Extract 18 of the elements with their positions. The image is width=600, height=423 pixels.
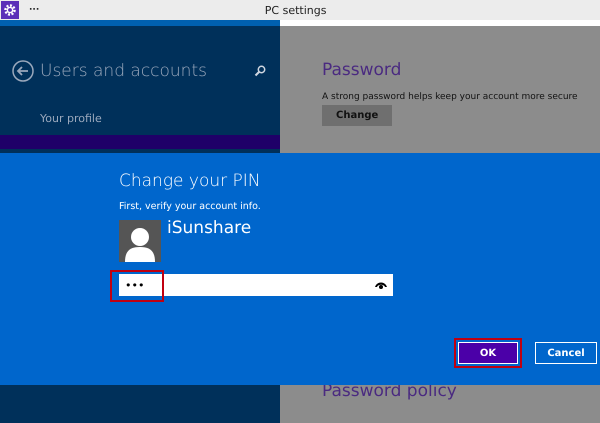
dialog-title: Change your PIN (119, 171, 261, 191)
cancel-button[interactable]: Cancel (535, 342, 597, 364)
menu-glyph[interactable]: ··· (29, 5, 40, 15)
search-icon[interactable] (254, 65, 266, 77)
section-title: Password policy (322, 381, 457, 401)
section-title: Password (322, 60, 402, 80)
dialog-subtitle: First, verify your account info. (119, 201, 261, 212)
page-heading: Users and accounts (40, 61, 208, 81)
eye-icon[interactable] (375, 281, 387, 289)
back-icon[interactable] (12, 60, 34, 82)
nav-item[interactable]: Your profile (0, 112, 280, 125)
settings-icon[interactable] (1, 1, 19, 19)
window-title: PC settings (264, 4, 328, 16)
user-name: iSunshare (167, 218, 252, 240)
avatar-icon (119, 220, 161, 262)
section-description: A strong password helps keep your account more secure (322, 92, 578, 102)
change-button[interactable]: Change (322, 105, 392, 126)
pin-field[interactable]: ••• (119, 274, 393, 296)
